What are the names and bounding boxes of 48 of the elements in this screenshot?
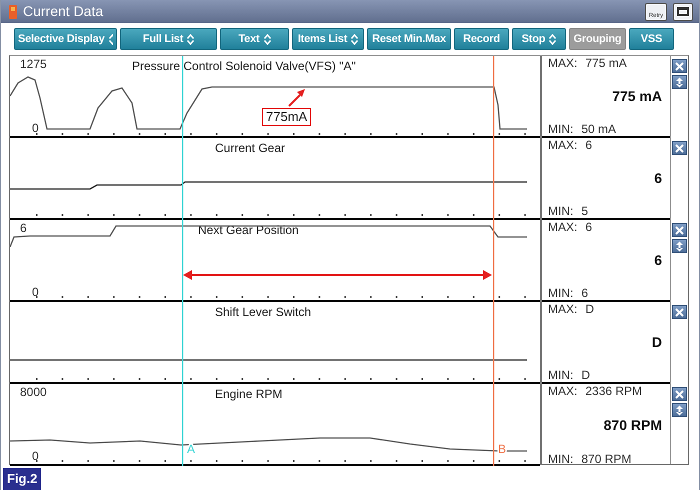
scale-label: 0 [32, 121, 39, 135]
max-value: D [585, 302, 594, 316]
current-value: 775 mA [612, 86, 662, 106]
signal-name: Engine RPM [215, 387, 282, 401]
scale-label: 0 [32, 285, 39, 299]
scale-label: 1275 [20, 57, 47, 71]
toolbar-button[interactable]: Record [454, 28, 509, 50]
min-label: MIN: [548, 286, 574, 300]
toolbar-button[interactable]: Reset Min.Max [367, 28, 451, 50]
dropdown-button[interactable]: Full List [120, 28, 217, 50]
dropdown-button[interactable]: Text [220, 28, 289, 50]
scale-label: 8000 [20, 385, 47, 399]
dropdown-button[interactable]: Selective Display [14, 28, 117, 50]
dropdown-button[interactable]: Items List [292, 28, 364, 50]
current-value: D [652, 332, 662, 352]
max-label: MAX: [548, 220, 578, 234]
current-value: 870 RPM [604, 416, 662, 434]
min-value: 50 mA [581, 122, 616, 136]
signal-name: Shift Lever Switch [215, 305, 312, 319]
max-label: MAX: [548, 56, 578, 70]
min-value: D [581, 368, 590, 382]
max-value: 6 [585, 220, 592, 234]
min-label: MIN: [548, 204, 574, 218]
min-value: 6 [581, 286, 588, 300]
figure-label: Fig.2 [3, 468, 42, 490]
scale-label: 0 [32, 449, 39, 463]
signal-name: Next Gear Position [198, 223, 299, 237]
min-value: 5 [581, 204, 588, 218]
max-label: MAX: [548, 138, 578, 152]
max-value: 2336 RPM [585, 384, 642, 398]
scale-label: 6 [20, 221, 27, 235]
max-label: MAX: [548, 384, 578, 398]
max-value: 775 mA [585, 56, 627, 70]
min-label: MIN: [548, 452, 574, 466]
window-title: Current Data [23, 2, 104, 21]
value-callout: 775mA [262, 108, 312, 126]
min-value: 870 RPM [581, 452, 632, 466]
current-value: 6 [654, 168, 662, 188]
signal-name: Current Gear [215, 141, 286, 155]
min-label: MIN: [548, 368, 574, 382]
cursor-label: A [187, 442, 196, 456]
max-label: MAX: [548, 302, 578, 316]
signal-name: Pressure Control Solenoid Valve(VFS) "A" [132, 59, 356, 73]
max-value: 6 [585, 138, 592, 152]
min-label: MIN: [548, 122, 574, 136]
current-value: 6 [654, 250, 662, 270]
dropdown-button[interactable]: Stop [512, 28, 566, 50]
toolbar-button[interactable]: VSS [629, 28, 674, 50]
